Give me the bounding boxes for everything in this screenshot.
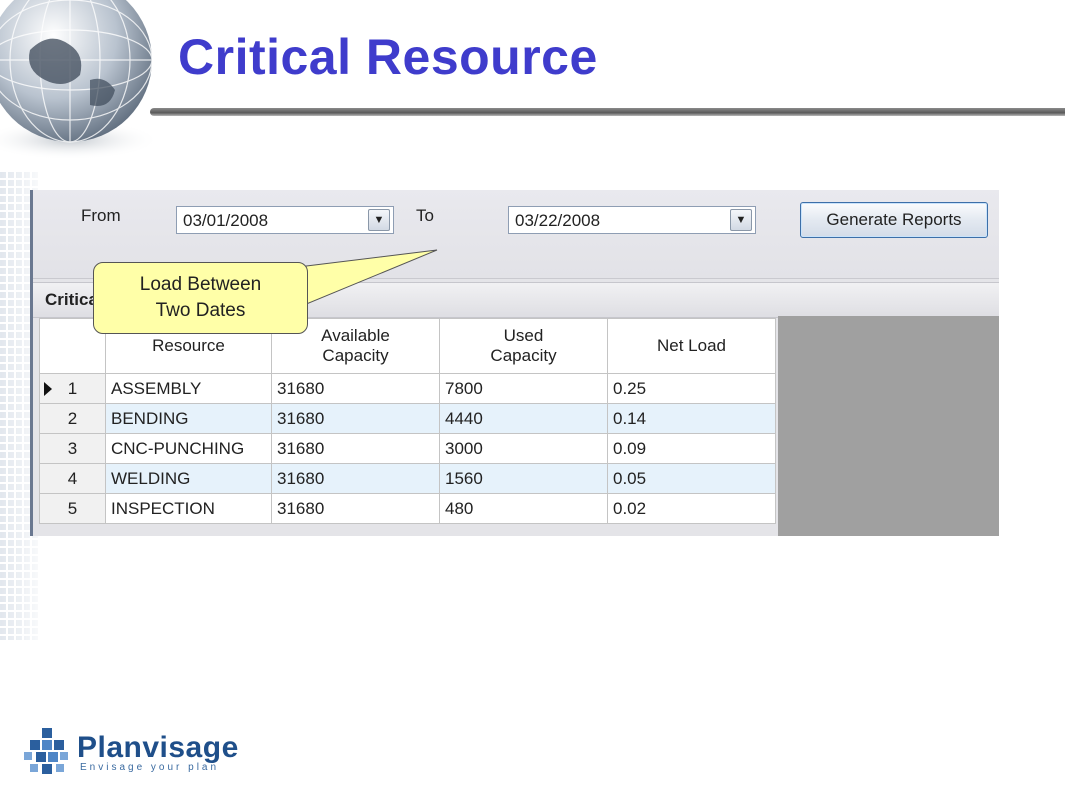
cell-used[interactable]: 3000 — [439, 433, 608, 464]
callout-line-2: Two Dates — [155, 300, 246, 321]
row-header[interactable]: 5 — [39, 493, 106, 524]
to-label: To — [416, 206, 434, 225]
app-window: From 03/01/2008 ▼ To 03/22/2008 ▼ Genera… — [30, 190, 999, 536]
cell-resource[interactable]: ASSEMBLY — [105, 373, 272, 404]
from-date-value: 03/01/2008 — [183, 211, 269, 230]
cell-net-load[interactable]: 0.09 — [607, 433, 776, 464]
table-row[interactable]: 1 ASSEMBLY 31680 7800 0.25 — [39, 373, 776, 404]
generate-reports-button[interactable]: Generate Reports — [800, 202, 988, 238]
cell-used[interactable]: 480 — [439, 493, 608, 524]
cell-resource[interactable]: WELDING — [105, 463, 272, 494]
table-row[interactable]: 5 INSPECTION 31680 480 0.02 — [39, 493, 776, 524]
cell-net-load[interactable]: 0.25 — [607, 373, 776, 404]
cell-available[interactable]: 31680 — [271, 463, 440, 494]
cell-available[interactable]: 31680 — [271, 373, 440, 404]
logo-tagline: Envisage your plan — [80, 762, 220, 773]
table-row[interactable]: 4 WELDING 31680 1560 0.05 — [39, 463, 776, 494]
cell-available[interactable]: 31680 — [271, 493, 440, 524]
cell-available[interactable]: 31680 — [271, 433, 440, 464]
current-row-icon — [44, 382, 52, 396]
row-header[interactable]: 1 — [39, 373, 106, 404]
grid-empty-area — [778, 316, 999, 536]
chevron-down-icon[interactable]: ▼ — [368, 209, 390, 231]
from-date-combo[interactable]: 03/01/2008 ▼ — [176, 206, 394, 234]
to-date-value: 03/22/2008 — [515, 211, 601, 230]
table-row[interactable]: 2 BENDING 31680 4440 0.14 — [39, 403, 776, 434]
cell-net-load[interactable]: 0.05 — [607, 463, 776, 494]
chevron-down-icon[interactable]: ▼ — [730, 209, 752, 231]
table-row[interactable]: 3 CNC-PUNCHING 31680 3000 0.09 — [39, 433, 776, 464]
section-label: Critica — [45, 290, 98, 309]
cell-resource[interactable]: INSPECTION — [105, 493, 272, 524]
to-date-combo[interactable]: 03/22/2008 ▼ — [508, 206, 756, 234]
row-header[interactable]: 2 — [39, 403, 106, 434]
slide-title: Critical Resource — [178, 29, 598, 85]
from-label: From — [81, 206, 121, 225]
column-header-net-load[interactable]: Net Load — [607, 318, 776, 374]
cell-net-load[interactable]: 0.02 — [607, 493, 776, 524]
cell-resource[interactable]: BENDING — [105, 403, 272, 434]
column-header-used-capacity[interactable]: Used Capacity — [439, 318, 608, 374]
globe-graphic — [0, 0, 160, 160]
cell-used[interactable]: 1560 — [439, 463, 608, 494]
logo-name: Planvisage — [77, 731, 239, 764]
callout-line-1: Load Between — [139, 274, 262, 295]
cell-used[interactable]: 4440 — [439, 403, 608, 434]
title-divider — [150, 108, 1065, 116]
cell-net-load[interactable]: 0.14 — [607, 403, 776, 434]
row-header[interactable]: 4 — [39, 463, 106, 494]
callout-box: Load Between Two Dates — [93, 262, 308, 334]
cell-used[interactable]: 7800 — [439, 373, 608, 404]
resource-grid: Resource Available Capacity Used Capacit… — [39, 318, 776, 524]
cell-resource[interactable]: CNC-PUNCHING — [105, 433, 272, 464]
cell-available[interactable]: 31680 — [271, 403, 440, 434]
row-header[interactable]: 3 — [39, 433, 106, 464]
